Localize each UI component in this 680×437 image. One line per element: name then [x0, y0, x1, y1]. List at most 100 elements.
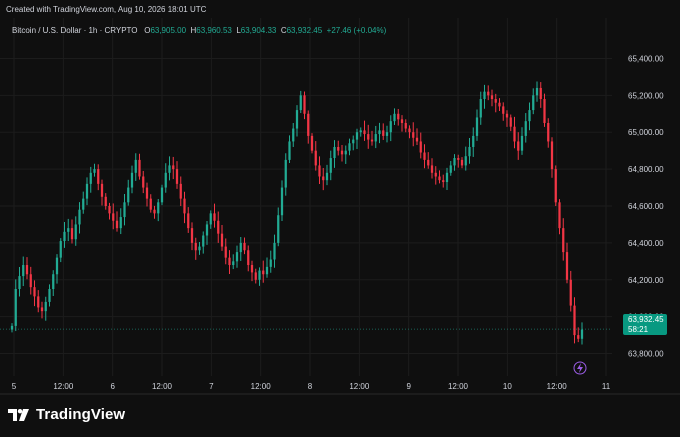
candle-body: [513, 126, 516, 142]
candle-body: [562, 228, 565, 253]
candle-body: [172, 165, 175, 170]
candle-body: [404, 123, 407, 129]
y-tick-label: 64,600.00: [628, 202, 664, 211]
candle-body: [93, 169, 96, 173]
candle-body: [130, 172, 134, 188]
close-value: 63,932.45: [286, 26, 323, 35]
last-price-tag: 63,932.45 58:21: [623, 314, 667, 335]
symbol-label: Bitcoin / U.S. Dollar · 1h · CRYPTO: [12, 26, 138, 35]
candle-body: [89, 172, 92, 184]
candle-body: [164, 172, 167, 188]
candle-body: [149, 198, 152, 210]
candle-body: [29, 274, 32, 288]
candle-body: [119, 217, 122, 229]
candle-body: [569, 279, 572, 306]
created-with-note: Created with TradingView.com, Aug 10, 20…: [6, 5, 207, 14]
candle-body: [502, 106, 505, 114]
candle-body: [479, 99, 482, 118]
candle-body: [63, 231, 66, 242]
tradingview-logo-icon: [8, 408, 29, 421]
candle-body: [344, 150, 347, 155]
candle-body: [145, 187, 149, 199]
candle-body: [273, 242, 276, 260]
candle-body: [509, 117, 512, 127]
candle-body: [190, 228, 194, 243]
candle-body: [539, 87, 542, 100]
candle-body: [468, 146, 471, 157]
x-tick-label: 9: [406, 382, 411, 391]
candle-body: [100, 183, 104, 197]
x-tick-label: 12:00: [448, 382, 469, 391]
x-tick-label: 12:00: [251, 382, 272, 391]
candle-body: [520, 135, 524, 151]
candle-body: [457, 158, 460, 160]
candle-body: [307, 113, 310, 136]
x-tick-label: 12:00: [152, 382, 173, 391]
candle-body: [97, 169, 100, 184]
candle-body: [258, 270, 261, 280]
candle-body: [325, 172, 329, 181]
candle-body: [453, 158, 456, 166]
candle-body: [217, 220, 220, 234]
candle-body: [374, 134, 377, 142]
candle-body: [157, 202, 160, 214]
candle-body: [78, 209, 81, 225]
x-tick-label: 10: [503, 382, 512, 391]
candle-body: [487, 91, 490, 96]
candle-body: [464, 156, 467, 166]
candle-body: [524, 121, 527, 136]
candle-body: [333, 146, 336, 159]
candle-body: [393, 113, 396, 122]
candle-body: [277, 215, 280, 243]
candle-body: [239, 242, 242, 253]
candle-body: [397, 113, 400, 120]
x-tick-label: 11: [602, 382, 611, 391]
candle-body: [367, 134, 370, 140]
ohlc-legend: Bitcoin / U.S. Dollar · 1h · CRYPTO O63,…: [12, 26, 386, 35]
x-tick-label: 7: [209, 382, 214, 391]
candle-body: [187, 213, 190, 229]
candle-body: [284, 159, 287, 188]
candle-body: [427, 159, 430, 166]
candle-body: [299, 95, 302, 111]
candle-body: [232, 261, 235, 266]
candle-body: [558, 202, 561, 229]
candle-body: [445, 172, 449, 183]
candle-body: [59, 241, 62, 258]
candle-body: [554, 169, 557, 203]
candle-body: [205, 224, 209, 236]
candle-body: [352, 139, 355, 144]
y-tick-label: 65,200.00: [628, 91, 664, 100]
candle-body: [112, 213, 115, 221]
candle-body: [400, 119, 404, 123]
candle-body: [532, 95, 535, 111]
high-value: 63,960.53: [196, 26, 232, 35]
candle-body: [577, 335, 580, 339]
candle-body: [378, 130, 381, 135]
candle-body: [198, 246, 201, 251]
countdown-timer: 58:21: [628, 325, 649, 334]
candle-body: [580, 329, 584, 339]
candle-body: [67, 228, 70, 232]
candle-body: [295, 110, 299, 129]
candle-body: [194, 242, 197, 251]
x-tick-label: 12:00: [349, 382, 370, 391]
candle-body: [37, 296, 40, 308]
candle-body: [292, 128, 295, 142]
candle-body: [265, 266, 269, 275]
candle-body: [44, 301, 47, 312]
candle-body: [55, 257, 59, 275]
candle-body: [262, 270, 265, 275]
candle-body: [382, 130, 385, 136]
candle-body: [498, 102, 501, 107]
candle-body: [389, 121, 392, 133]
chart-frame: 65,400.00 65,200.00 65,000.00 64,800.00 64,6…: [0, 0, 680, 437]
chart-canvas: 65,400.00 65,200.00 65,000.00 64,800.00 64,6…: [0, 18, 680, 395]
candle-body: [434, 172, 437, 177]
candle-body: [213, 213, 216, 221]
candle-body: [179, 183, 182, 199]
candle-body: [415, 137, 419, 142]
y-tick-label: 64,200.00: [628, 276, 664, 285]
x-tick-label: 6: [110, 382, 115, 391]
candle-body: [82, 198, 85, 210]
